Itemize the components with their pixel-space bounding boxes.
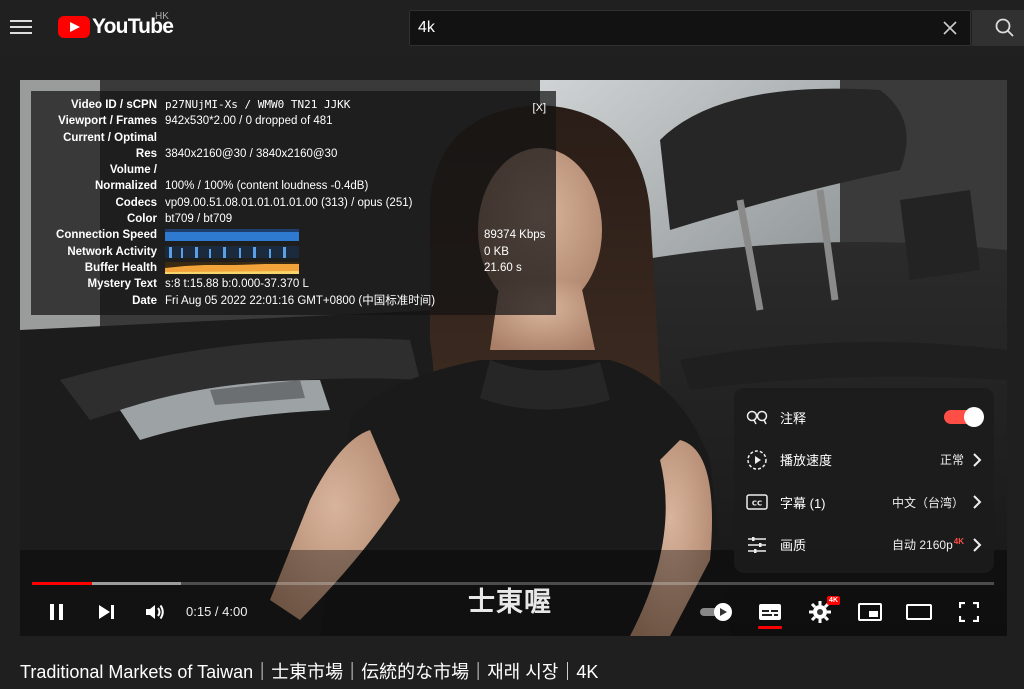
stats-row: Res 3840x2160@30 / 3840x2160@30 — [39, 146, 548, 162]
chevron-right-icon — [973, 495, 982, 509]
stats-value: Fri Aug 05 2022 22:01:16 GMT+0800 (中国标准时… — [165, 294, 436, 307]
pause-button[interactable] — [43, 598, 71, 626]
stats-label: Mystery Text — [87, 278, 157, 291]
stats-label: Current / Optimal — [63, 131, 157, 144]
search-box — [409, 10, 971, 46]
stats-for-nerds-panel: [X] Video ID / sCPN p27NUjMI-Xs / WMW0 TN… — [31, 91, 556, 315]
stats-row: Codecs vp09.00.51.08.01.01.01.01.00 (313)… — [39, 195, 548, 211]
masthead: YouTube HK — [0, 0, 1024, 56]
captions-label: 字幕 (1) — [780, 495, 826, 511]
connection-speed-row: Connection Speed 89374 Kbps — [39, 227, 548, 243]
stats-label: Viewport / Frames — [58, 115, 157, 128]
fullscreen-icon — [959, 602, 979, 622]
progress-played — [32, 582, 93, 585]
theater-mode-button[interactable] — [905, 598, 933, 626]
progress-bar[interactable] — [32, 582, 994, 585]
captions-value: 中文（台湾） — [891, 495, 964, 510]
quality-sliders-icon — [744, 534, 770, 556]
playback-speed-label: 播放速度 — [780, 453, 833, 469]
stats-label: Buffer Health — [84, 261, 157, 274]
annotations-menu-item[interactable]: 注释 — [734, 396, 994, 439]
stats-row: Volume / — [39, 162, 548, 178]
network-activity-graph — [165, 245, 299, 258]
stats-label: Video ID / sCPN — [70, 99, 157, 111]
stats-row: Color bt709 / bt709 — [39, 211, 548, 227]
stats-row: Video ID / sCPN p27NUjMI-Xs / WMW0 TN21 J… — [39, 97, 548, 113]
settings-menu: 注释 播放速度 正常 CC 字幕 (1) 中文（台湾） 画质 自动 2160p4… — [734, 388, 994, 573]
next-button[interactable] — [92, 598, 120, 626]
theater-mode-icon — [906, 604, 932, 620]
pause-icon — [50, 604, 63, 620]
captions-menu-item[interactable]: CC 字幕 (1) 中文（台湾） — [734, 481, 994, 524]
miniplayer-icon — [858, 603, 882, 621]
stats-label: Date — [132, 294, 157, 307]
stats-value: 3840x2160@30 / 3840x2160@30 — [165, 147, 338, 160]
chevron-right-icon — [973, 453, 982, 467]
stats-label: Normalized — [95, 180, 157, 193]
captions-icon: CC — [744, 491, 770, 513]
hamburger-menu-icon[interactable] — [10, 16, 32, 38]
mute-button[interactable] — [141, 598, 169, 626]
video-player[interactable]: [X] Video ID / sCPN p27NUjMI-Xs / WMW0 TN… — [20, 80, 1007, 636]
player-controls: 0:15 / 4:00 4K — [20, 592, 1007, 632]
search-icon — [995, 18, 1014, 37]
fullscreen-button[interactable] — [955, 598, 983, 626]
quality-value: 自动 2160p4K — [892, 536, 964, 553]
stats-label: Connection Speed — [56, 229, 157, 242]
time-display: 0:15 / 4:00 — [186, 604, 248, 619]
playback-speed-icon — [744, 449, 770, 471]
svg-text:CC: CC — [752, 500, 762, 508]
playback-speed-value: 正常 — [939, 453, 964, 468]
stats-label: Codecs — [115, 196, 157, 209]
settings-button[interactable]: 4K — [806, 596, 840, 626]
stats-value: 89374 Kbps — [484, 229, 546, 242]
stats-value: p27NUjMI-Xs / WMW0 TN21 JJKK — [165, 98, 351, 111]
stats-value: 100% / 100% (content loudness -0.4dB) — [165, 180, 369, 193]
region-code: HK — [155, 11, 169, 22]
stats-value: 21.60 s — [484, 261, 522, 274]
playback-speed-menu-item[interactable]: 播放速度 正常 — [734, 439, 994, 482]
youtube-play-icon — [58, 16, 90, 38]
stats-label: Volume / — [109, 164, 157, 177]
stats-row: Viewport / Frames 942x530*2.00 / 0 droppe… — [39, 113, 548, 129]
chevron-right-icon — [973, 538, 982, 552]
volume-icon — [146, 604, 164, 620]
search-input[interactable] — [410, 11, 970, 45]
quality-4k-badge: 4K — [953, 537, 964, 547]
subtitles-icon — [759, 604, 781, 620]
connection-speed-graph — [165, 229, 299, 242]
search-button[interactable] — [972, 10, 1024, 46]
network-activity-row: Network Activity 0 KB — [39, 244, 548, 260]
subtitles-button[interactable] — [756, 598, 784, 626]
stats-value: vp09.00.51.08.01.01.01.01.00 (313) / opu… — [165, 196, 413, 209]
autoplay-icon — [700, 603, 732, 621]
stats-label: Network Activity — [67, 245, 157, 258]
stats-close-button[interactable]: [X] — [533, 100, 546, 116]
annotations-icon — [744, 406, 770, 428]
stats-value: bt709 / bt709 — [165, 213, 233, 226]
miniplayer-button[interactable] — [856, 598, 884, 626]
stats-label: Color — [126, 213, 157, 226]
quality-label: 画质 — [780, 538, 807, 554]
stats-row: Date Fri Aug 05 2022 22:01:16 GMT+0800 (中… — [39, 293, 548, 309]
stats-label: Res — [135, 147, 157, 160]
settings-4k-badge: 4K — [827, 596, 840, 605]
annotations-toggle[interactable] — [944, 407, 984, 428]
stats-row: Normalized 100% / 100% (content loudness … — [39, 178, 548, 194]
buffer-health-row: Buffer Health 21.60 s — [39, 260, 548, 276]
buffer-health-graph — [165, 261, 299, 274]
annotations-label: 注释 — [780, 410, 807, 426]
stats-row: Current / Optimal — [39, 130, 548, 146]
quality-menu-item[interactable]: 画质 自动 2160p4K — [734, 524, 994, 567]
stats-row: Mystery Text s:8 t:15.88 b:0.000-37.370 L — [39, 276, 548, 292]
skip-next-icon — [99, 605, 114, 619]
stats-value: s:8 t:15.88 b:0.000-37.370 L — [165, 278, 309, 291]
stats-value: 0 KB — [484, 245, 509, 258]
subtitles-active-indicator — [758, 626, 782, 629]
quality-value-text: 自动 2160p — [892, 538, 953, 553]
clear-search-icon[interactable] — [940, 18, 960, 38]
stats-value: 942x530*2.00 / 0 dropped of 481 — [165, 115, 333, 128]
autoplay-toggle[interactable] — [698, 598, 736, 626]
video-title: Traditional Markets of Taiwan｜士東市場｜伝統的な市… — [20, 662, 599, 682]
